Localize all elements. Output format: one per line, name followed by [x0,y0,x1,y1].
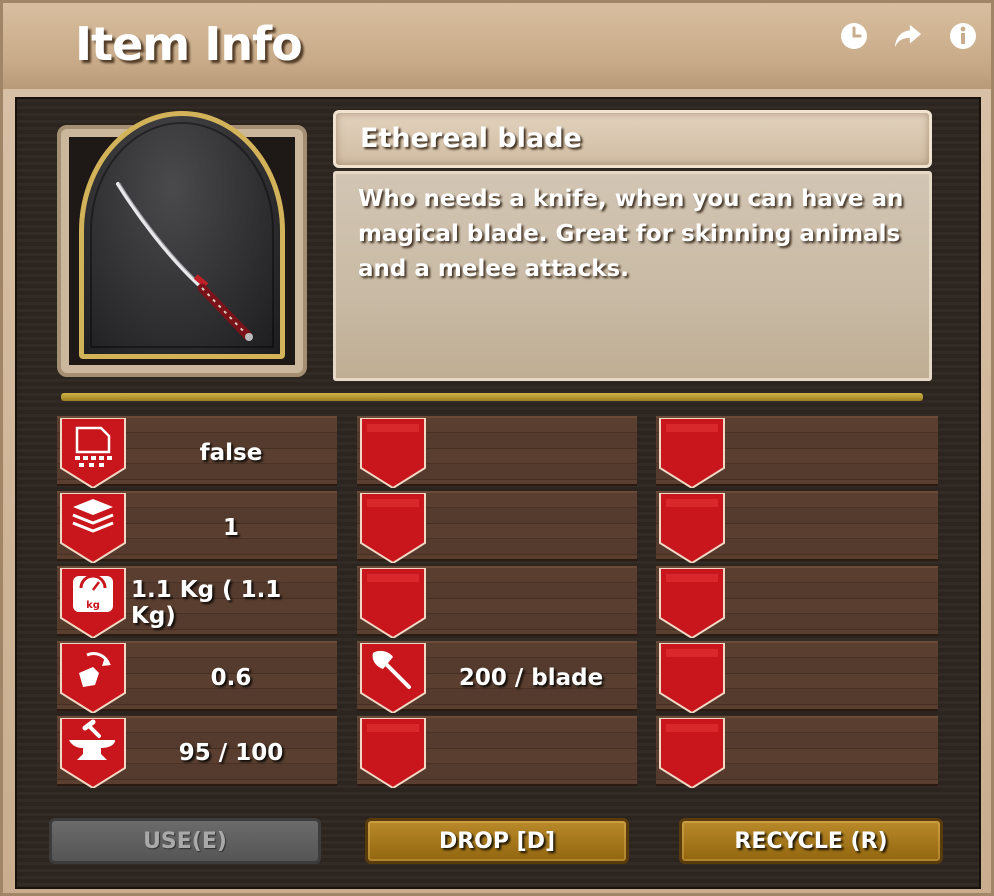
empty-badge [659,418,725,488]
stat-cell-empty [656,491,938,563]
axe-icon [360,643,426,713]
stat-value: 1 [222,515,239,541]
stat-value [431,718,631,788]
stat-cell-stack: 1 [57,491,337,563]
stat-cell-empty [656,416,938,488]
empty-badge [659,718,725,788]
weight-scale-icon: kg [60,568,126,638]
stat-cell-empty [656,641,938,713]
stat-cell-empty [656,566,938,638]
empty-badge [659,568,725,638]
stat-cell-gather: 200 / blade [357,641,637,713]
stat-value: false [199,440,263,466]
title-bar: Item Info [3,3,991,89]
item-description-box: Who needs a knife, when you can have an … [333,171,932,381]
stat-cell-durability: 95 / 100 [57,716,337,788]
swing-speed-icon [60,643,126,713]
stat-value: 1.1 Kg ( 1.1 Kg) [131,577,282,629]
anvil-icon [60,718,126,788]
stat-cell-swing: 0.6 [57,641,337,713]
item-info-window: Item Info Ethereal blade Who needs a kni… [0,0,994,896]
use-button[interactable]: USE(E) [49,818,321,864]
clock-icon[interactable] [839,21,869,51]
stat-cell-empty [656,716,938,788]
shredder-icon [60,418,126,488]
item-description: Who needs a knife, when you can have an … [358,186,904,282]
empty-badge [659,493,725,563]
stat-value [730,718,932,788]
share-arrow-icon[interactable] [893,21,923,51]
stat-value: 200 / blade [458,665,604,691]
stat-value [730,568,932,638]
stat-value: 0.6 [210,665,252,691]
stack-layers-icon [60,493,126,563]
stat-cell-empty [357,566,637,638]
info-icon[interactable] [948,21,978,51]
stat-cell-empty [357,716,637,788]
stat-value [431,418,631,488]
stat-value: 95 / 100 [178,740,284,766]
empty-badge [659,643,725,713]
drop-button[interactable]: DROP [D] [365,818,629,864]
recycle-button[interactable]: RECYCLE (R) [679,818,943,864]
stat-value [431,493,631,563]
gold-divider [61,393,923,401]
katana-sword-icon [116,182,253,341]
stat-cell-empty [357,416,637,488]
stat-value [730,643,932,713]
empty-badge [360,568,426,638]
stat-value [730,493,932,563]
window-title: Item Info [75,17,303,71]
stat-cell-weight: kg 1.1 Kg ( 1.1 Kg) [57,566,337,638]
stat-cell-empty [357,491,637,563]
stat-value [431,568,631,638]
item-portrait [79,111,285,359]
stat-cell-shredder: false [57,416,337,488]
stat-value [730,418,932,488]
empty-badge [360,493,426,563]
empty-badge [360,718,426,788]
item-name-header: Ethereal blade [333,110,932,168]
item-name: Ethereal blade [360,123,582,154]
svg-text:kg: kg [86,600,100,611]
empty-badge [360,418,426,488]
